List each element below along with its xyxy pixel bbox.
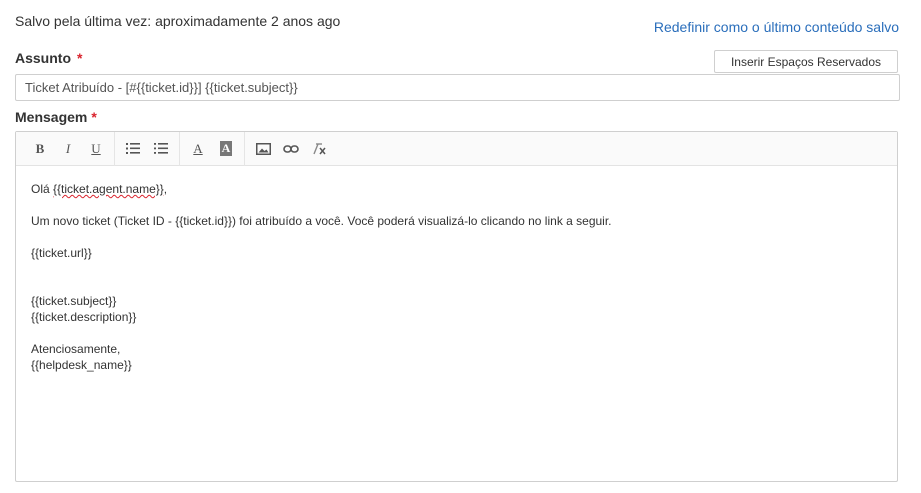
editor-toolbar: B I U A A (16, 131, 897, 166)
required-mark: * (91, 109, 97, 125)
italic-button[interactable]: I (54, 137, 82, 161)
subject-input[interactable] (15, 74, 900, 101)
helpdesk-name-line: {{helpdesk_name}} (31, 358, 132, 372)
greeting-suffix: , (163, 182, 168, 196)
subject-label-text: Assunto (15, 50, 71, 66)
background-color-button[interactable]: A (212, 137, 240, 161)
required-mark: * (77, 50, 83, 66)
numbered-list-icon[interactable] (147, 137, 175, 161)
saved-status-text: Salvo pela última vez: aproximadamente 2… (15, 13, 341, 29)
background-color-glyph: A (219, 141, 233, 156)
list-group (115, 131, 180, 166)
insert-placeholders-button[interactable]: Inserir Espaços Reservados (714, 50, 898, 73)
ticket-subject-line: {{ticket.subject}} (31, 294, 117, 308)
message-body[interactable]: Olá {{ticket.agent.name}}, Um novo ticke… (16, 166, 897, 388)
reset-to-last-saved-link[interactable]: Redefinir como o último conteúdo salvo (654, 19, 899, 35)
message-label: Mensagem * (15, 109, 97, 125)
greeting-prefix: Olá (31, 182, 54, 196)
bold-button[interactable]: B (26, 137, 54, 161)
ticket-description-line: {{ticket.description}} (31, 310, 137, 324)
bullet-list-icon[interactable] (119, 137, 147, 161)
text-style-group: B I U (22, 131, 115, 166)
underline-button[interactable]: U (82, 137, 110, 161)
color-group: A A (180, 131, 245, 166)
link-icon[interactable] (277, 137, 305, 161)
font-color-button[interactable]: A (184, 137, 212, 161)
regards-line: Atenciosamente, (31, 342, 121, 356)
subject-label: Assunto * (15, 50, 82, 66)
remove-format-icon[interactable] (305, 137, 333, 161)
assignment-line: Um novo ticket (Ticket ID - {{ticket.id}… (31, 214, 612, 228)
message-label-text: Mensagem (15, 109, 88, 125)
ticket-url-line: {{ticket.url}} (31, 246, 92, 260)
image-icon[interactable] (249, 137, 277, 161)
insert-group (245, 132, 337, 166)
agent-name-variable: {{ticket.agent.name}} (53, 182, 164, 196)
message-editor: B I U A A Olá {{ticket.agent.name}}, Um … (15, 131, 898, 482)
greeting-line: Olá {{ticket.agent.name}}, (31, 181, 882, 197)
